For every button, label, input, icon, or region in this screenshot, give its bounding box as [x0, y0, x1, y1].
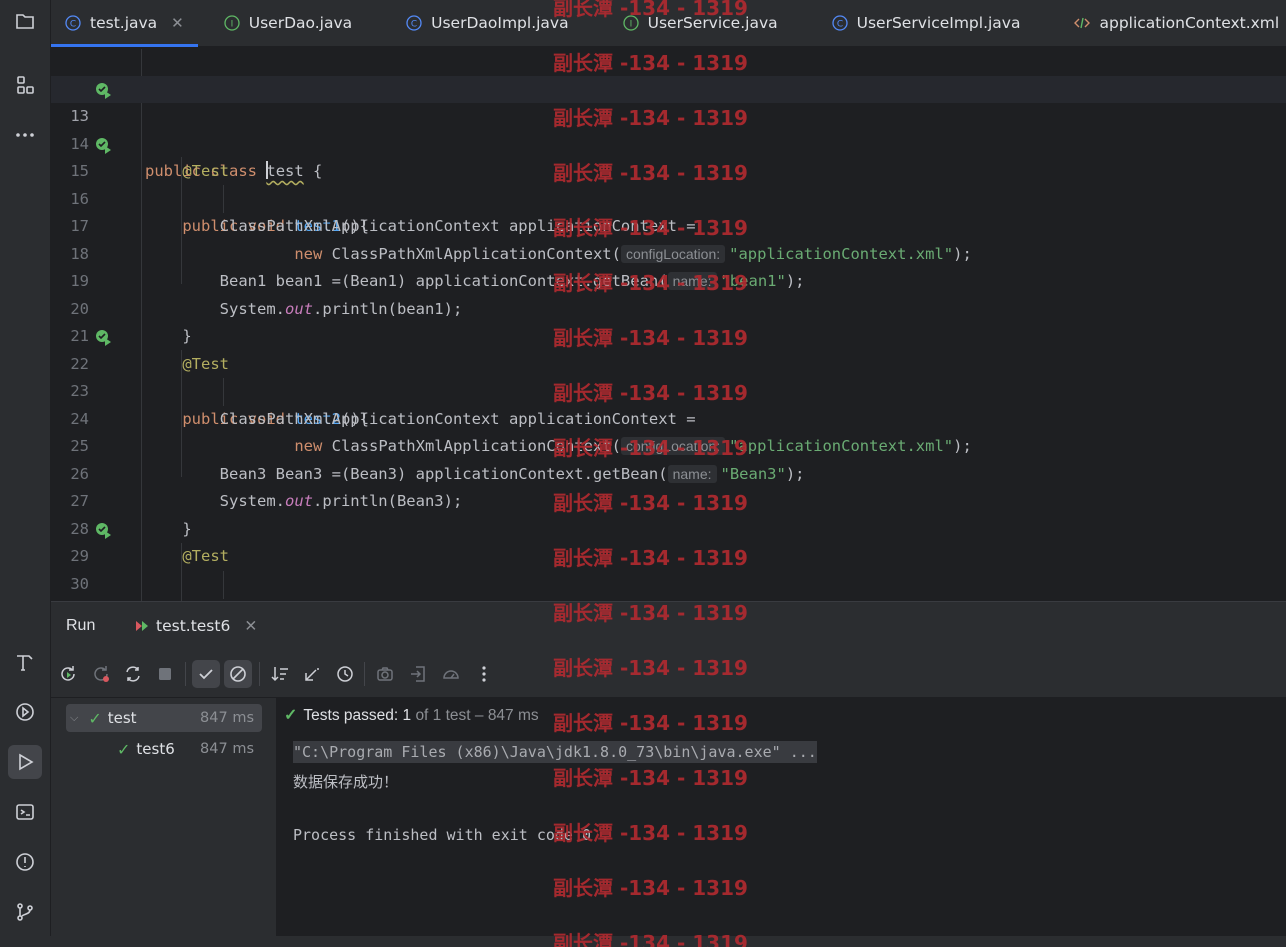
tab-label: test.java — [90, 14, 158, 32]
code-line: 15 public void test1(){ — [51, 131, 1286, 235]
code-line: 29 public void test3(){ — [51, 516, 1286, 565]
tab-userserviceimpl-java[interactable]: C UserServiceImpl.java — [792, 0, 1035, 46]
project-folder-icon[interactable] — [8, 4, 42, 38]
console-line: "C:\Program Files (x86)\Java\jdk1.8.0_73… — [293, 741, 817, 763]
tab-userservice-java[interactable]: I UserService.java — [583, 0, 792, 46]
code-line: 16 ClassPathXmlApplicationContext applic… — [70, 189, 696, 236]
editor-tab-bar: C test.java ✕ I UserDao.java C UserDaoIm… — [51, 0, 1286, 47]
code-line: 19 System.out.println(bean1); — [70, 272, 463, 318]
run-panel-header: Run test.test6 ✕ — [51, 602, 1286, 652]
xml-icon — [1074, 17, 1091, 29]
console-line: Process finished with exit code 0 — [293, 826, 592, 844]
code-line: 18 Bean1 bean1 =(Bean1) applicationConte… — [70, 244, 805, 290]
class-icon: C — [406, 15, 422, 31]
chevron-down-icon[interactable]: ⌵ — [70, 711, 78, 725]
java-command[interactable]: "C:\Program Files (x86)\Java\jdk1.8.0_73… — [293, 741, 817, 763]
svg-text:I: I — [230, 20, 233, 30]
status-bar — [0, 936, 1286, 947]
check-icon: ✓ — [117, 739, 131, 759]
test-results-tree: ⌵ ✓ test 847 ms ✓ test6 847 ms — [51, 698, 277, 937]
console-line: 数据保存成功！ — [293, 773, 399, 791]
collapse-all-icon[interactable] — [298, 660, 326, 688]
svg-text:C: C — [411, 20, 417, 30]
svg-text:C: C — [70, 20, 76, 30]
coverage-icon[interactable] — [437, 660, 465, 688]
test-name: test — [107, 709, 137, 727]
test-duration: 847 ms — [200, 710, 254, 726]
code-line: 28 @Test — [70, 519, 229, 566]
code-line: 31 new ClassPathXmlApplicationContext(co… — [51, 571, 1286, 599]
toggle-auto-test-icon[interactable] — [119, 660, 147, 688]
code-line: 13 public class test { — [51, 75, 1286, 180]
tab-label: UserDaoImpl.java — [431, 14, 569, 32]
close-icon[interactable]: ✕ — [171, 14, 184, 32]
test-name: test6 — [136, 740, 175, 758]
tab-userdaoimpl-java[interactable]: C UserDaoImpl.java — [366, 0, 582, 46]
code-line: 21 @Test — [70, 327, 229, 373]
code-line: 25 Bean3 Bean3 =(Bean3) applicationConte… — [70, 437, 805, 483]
rerun-failed-icon[interactable] — [87, 660, 115, 688]
test-config-icon — [136, 621, 148, 631]
run-test-gutter-icon[interactable] — [95, 522, 112, 539]
tab-userdao-java[interactable]: I UserDao.java — [198, 0, 366, 46]
check-icon: ✓ — [284, 707, 298, 724]
code-line: 24 new ClassPathXmlApplicationContext(co… — [70, 409, 972, 455]
code-line: 20 } — [70, 299, 192, 346]
problems-icon[interactable] — [8, 845, 42, 879]
show-ignored-icon[interactable] — [224, 660, 252, 688]
test-tree-row[interactable]: ⌵ ✓ test 847 ms — [66, 704, 262, 732]
class-icon: C — [831, 15, 848, 31]
test-tree-row[interactable]: ✓ test6 847 ms — [66, 735, 262, 763]
code-line: 14 @Test — [70, 134, 229, 181]
tests-passed-status: ✓ Tests passed: 1 of 1 test – 847 ms — [284, 707, 539, 724]
tab-label: applicationContext.xml — [1099, 14, 1280, 32]
import-tests-icon[interactable] — [404, 660, 432, 688]
run-tab-label: test.test6 — [156, 617, 231, 635]
run-tool-window: Run test.test6 ✕ ⌵ ✓ test 847 ms ✓ test6… — [51, 601, 1286, 937]
test-duration: 847 ms — [200, 741, 254, 757]
rerun-icon[interactable] — [54, 660, 82, 688]
more-options-icon[interactable] — [470, 660, 498, 688]
services-icon[interactable] — [8, 695, 42, 729]
code-editor[interactable]: 12 13 public class test { 14 @Test 15 pu… — [51, 47, 1286, 601]
more-tools-icon[interactable] — [8, 118, 42, 152]
structure-icon[interactable] — [8, 68, 42, 102]
run-toolbar — [51, 652, 1286, 698]
run-icon[interactable] — [8, 745, 42, 779]
code-line: 17 new ClassPathXmlApplicationContext(co… — [70, 217, 972, 263]
sort-icon[interactable] — [266, 660, 294, 688]
tab-label: UserDao.java — [248, 14, 353, 32]
code-line: 12 — [51, 48, 1286, 98]
code-line: 22 public void test2(){ — [51, 323, 1286, 428]
show-passed-icon[interactable] — [192, 660, 220, 688]
interface-icon: I — [622, 15, 639, 31]
code-line: 27 } — [70, 492, 192, 538]
console-output[interactable]: ✓ Tests passed: 1 of 1 test – 847 ms "C:\… — [278, 698, 1286, 937]
run-panel-title: Run — [66, 617, 96, 634]
close-icon[interactable]: ✕ — [244, 617, 257, 635]
tab-applicationcontext-xml[interactable]: applicationContext.xml — [1034, 0, 1286, 46]
svg-text:I: I — [629, 20, 632, 30]
camera-icon[interactable] — [371, 660, 399, 688]
terminal-icon[interactable] — [8, 795, 42, 829]
tab-label: UserServiceImpl.java — [856, 14, 1021, 32]
tool-window-strip — [0, 0, 51, 947]
run-test-gutter-icon[interactable] — [95, 137, 112, 154]
run-config-tab[interactable]: test.test6 ✕ — [134, 617, 257, 635]
svg-text:C: C — [836, 20, 842, 30]
tab-test-java[interactable]: C test.java ✕ — [51, 0, 198, 47]
class-icon: C — [65, 15, 81, 31]
code-line: 26 System.out.println(Bean3); — [70, 464, 463, 511]
stop-icon[interactable] — [151, 660, 179, 688]
run-test-gutter-icon[interactable] — [95, 329, 112, 346]
code-line: 30 ClassPathXmlApplicationContext applic… — [70, 574, 89, 593]
code-line: 23 ClassPathXmlApplicationContext applic… — [70, 382, 696, 428]
run-test-gutter-icon[interactable] — [95, 82, 112, 99]
test-history-icon[interactable] — [331, 660, 359, 688]
interface-icon: I — [224, 15, 240, 31]
check-icon: ✓ — [88, 708, 102, 728]
tab-label: UserService.java — [647, 14, 778, 32]
build-hammer-icon[interactable] — [8, 645, 42, 679]
git-branch-icon[interactable] — [8, 895, 42, 929]
